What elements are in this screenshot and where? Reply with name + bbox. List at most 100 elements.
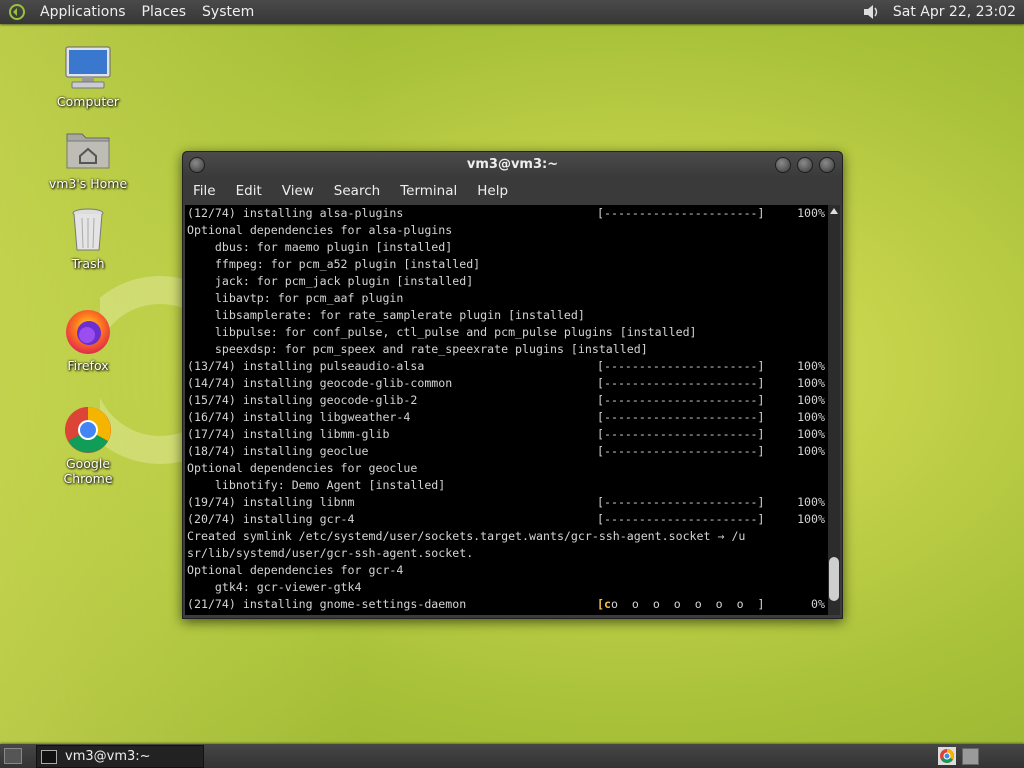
terminal-line: (18/74) installing geoclue [-------------…: [187, 443, 828, 460]
progress-bar-body: [----------------------]: [597, 512, 765, 526]
terminal-line: Optional dependencies for alsa-plugins: [187, 222, 828, 239]
clock[interactable]: Sat Apr 22, 23:02: [893, 4, 1016, 20]
desktop-icon-label: Firefox: [67, 358, 109, 373]
trash-icon: [64, 206, 112, 254]
desktop-icon-chrome[interactable]: Google Chrome: [40, 406, 136, 486]
progress-bar-text: [co o o o o o o ]: [597, 596, 787, 613]
chrome-tray-icon[interactable]: [938, 747, 956, 765]
progress-bar-text: [----------------------]: [597, 358, 787, 375]
minimize-icon[interactable]: [775, 157, 791, 173]
terminal-line-text: Created symlink /etc/systemd/user/socket…: [187, 529, 746, 543]
terminal-line: Optional dependencies for gcr-4: [187, 562, 828, 579]
terminal-line: (21/74) installing gnome-settings-daemon…: [187, 596, 828, 613]
progress-bar-body: [----------------------]: [597, 410, 765, 424]
terminal-line-text: (20/74) installing gcr-4: [187, 512, 355, 526]
terminal-line: (20/74) installing gcr-4 [---------------…: [187, 511, 828, 528]
close-icon[interactable]: [819, 157, 835, 173]
progress-bar-text: [----------------------]: [597, 392, 787, 409]
terminal-line-text: (17/74) installing libmm-glib: [187, 427, 390, 441]
desktop-icon-computer[interactable]: Computer: [40, 44, 136, 109]
desktop-icon-label: Computer: [56, 94, 120, 109]
progress-bar-body: o o o o o o o ]: [610, 597, 765, 611]
terminal-line: (17/74) installing libmm-glib [----------…: [187, 426, 828, 443]
terminal-window[interactable]: vm3@vm3:~ File Edit View Search Terminal…: [182, 151, 843, 619]
terminal-lines: (12/74) installing alsa-plugins [--------…: [185, 205, 828, 613]
desktop-icon-firefox[interactable]: Firefox: [40, 308, 136, 373]
terminal-line: ffmpeg: for pcm_a52 plugin [installed]: [187, 256, 828, 273]
progress-bar-text: [----------------------]: [597, 205, 787, 222]
progress-percent: 100%: [797, 427, 825, 441]
menu-places[interactable]: Places: [142, 4, 187, 20]
computer-icon: [64, 44, 112, 92]
top-panel: Applications Places System Sat Apr 22, 2…: [0, 0, 1024, 24]
chrome-icon: [64, 406, 112, 454]
scroll-thumb[interactable]: [829, 557, 839, 601]
terminal-line-text: Optional dependencies for geoclue: [187, 461, 418, 475]
menu-search[interactable]: Search: [334, 183, 380, 199]
terminal-line-text: sr/lib/systemd/user/gcr-ssh-agent.socket…: [187, 546, 474, 560]
menu-view[interactable]: View: [282, 183, 314, 199]
window-menu-icon[interactable]: [189, 157, 205, 173]
terminal-menubar: File Edit View Search Terminal Help: [183, 177, 842, 205]
progress-percent: 0%: [811, 597, 825, 611]
maximize-icon[interactable]: [797, 157, 813, 173]
terminal-line: sr/lib/systemd/user/gcr-ssh-agent.socket…: [187, 545, 828, 562]
progress-bar-head: [c: [597, 597, 611, 611]
desktop-icon-home[interactable]: vm3's Home: [40, 126, 136, 191]
progress-bar-body: [----------------------]: [597, 359, 765, 373]
terminal-output[interactable]: (12/74) installing alsa-plugins [--------…: [185, 205, 828, 615]
terminal-line-text: jack: for pcm_jack plugin [installed]: [187, 274, 474, 288]
volume-icon[interactable]: [861, 2, 881, 22]
scroll-up-icon[interactable]: [830, 208, 838, 214]
progress-bar-body: [----------------------]: [597, 206, 765, 220]
bottom-panel: vm3@vm3:~: [0, 744, 1024, 768]
progress-bar-body: [----------------------]: [597, 376, 765, 390]
desktop-icon-trash[interactable]: Trash: [40, 206, 136, 271]
terminal-line: (13/74) installing pulseaudio-alsa [-----…: [187, 358, 828, 375]
progress-bar-text: [----------------------]: [597, 443, 787, 460]
menu-applications[interactable]: Applications: [40, 4, 126, 20]
terminal-line: libpulse: for conf_pulse, ctl_pulse and …: [187, 324, 828, 341]
progress-percent: 100%: [797, 410, 825, 424]
terminal-line-text: dbus: for maemo plugin [installed]: [187, 240, 453, 254]
progress-bar-text: [----------------------]: [597, 375, 787, 392]
home-folder-icon: [64, 126, 112, 174]
menu-file[interactable]: File: [193, 183, 216, 199]
terminal-line: (12/74) installing alsa-plugins [--------…: [187, 205, 828, 222]
show-desktop-icon[interactable]: [4, 748, 22, 764]
menu-terminal[interactable]: Terminal: [400, 183, 457, 199]
terminal-line: (15/74) installing geocode-glib-2 [------…: [187, 392, 828, 409]
progress-bar-body: [----------------------]: [597, 427, 765, 441]
terminal-scrollbar[interactable]: [828, 205, 840, 615]
terminal-line-text: (15/74) installing geocode-glib-2: [187, 393, 418, 407]
progress-bar-text: [----------------------]: [597, 511, 787, 528]
terminal-icon: [41, 749, 57, 764]
terminal-line: libavtp: for pcm_aaf plugin: [187, 290, 828, 307]
progress-bar-text: [----------------------]: [597, 409, 787, 426]
terminal-line-text: ffmpeg: for pcm_a52 plugin [installed]: [187, 257, 481, 271]
terminal-line: jack: for pcm_jack plugin [installed]: [187, 273, 828, 290]
progress-percent: 100%: [797, 512, 825, 526]
progress-bar-body: [----------------------]: [597, 444, 765, 458]
menu-help[interactable]: Help: [477, 183, 508, 199]
desktop-icon-label: Trash: [71, 256, 105, 271]
terminal-line-text: (19/74) installing libnm: [187, 495, 355, 509]
terminal-line: gtk4: gcr-viewer-gtk4: [187, 579, 828, 596]
progress-bar-text: [----------------------]: [597, 494, 787, 511]
distro-logo-icon[interactable]: [6, 1, 28, 23]
menu-system[interactable]: System: [202, 4, 254, 20]
progress-percent: 100%: [797, 393, 825, 407]
progress-percent: 100%: [797, 495, 825, 509]
terminal-line-text: (12/74) installing alsa-plugins: [187, 206, 404, 220]
terminal-line-text: libnotify: Demo Agent [installed]: [187, 478, 446, 492]
terminal-line: Optional dependencies for geoclue: [187, 460, 828, 477]
window-title: vm3@vm3:~: [466, 157, 559, 172]
window-titlebar[interactable]: vm3@vm3:~: [183, 152, 842, 177]
progress-percent: 100%: [797, 376, 825, 390]
terminal-line-text: libpulse: for conf_pulse, ctl_pulse and …: [187, 325, 697, 339]
workspace-switcher[interactable]: [962, 748, 979, 765]
taskbar-window-button[interactable]: vm3@vm3:~: [36, 745, 204, 768]
progress-bar-body: [----------------------]: [597, 393, 765, 407]
terminal-line: libnotify: Demo Agent [installed]: [187, 477, 828, 494]
menu-edit[interactable]: Edit: [236, 183, 262, 199]
